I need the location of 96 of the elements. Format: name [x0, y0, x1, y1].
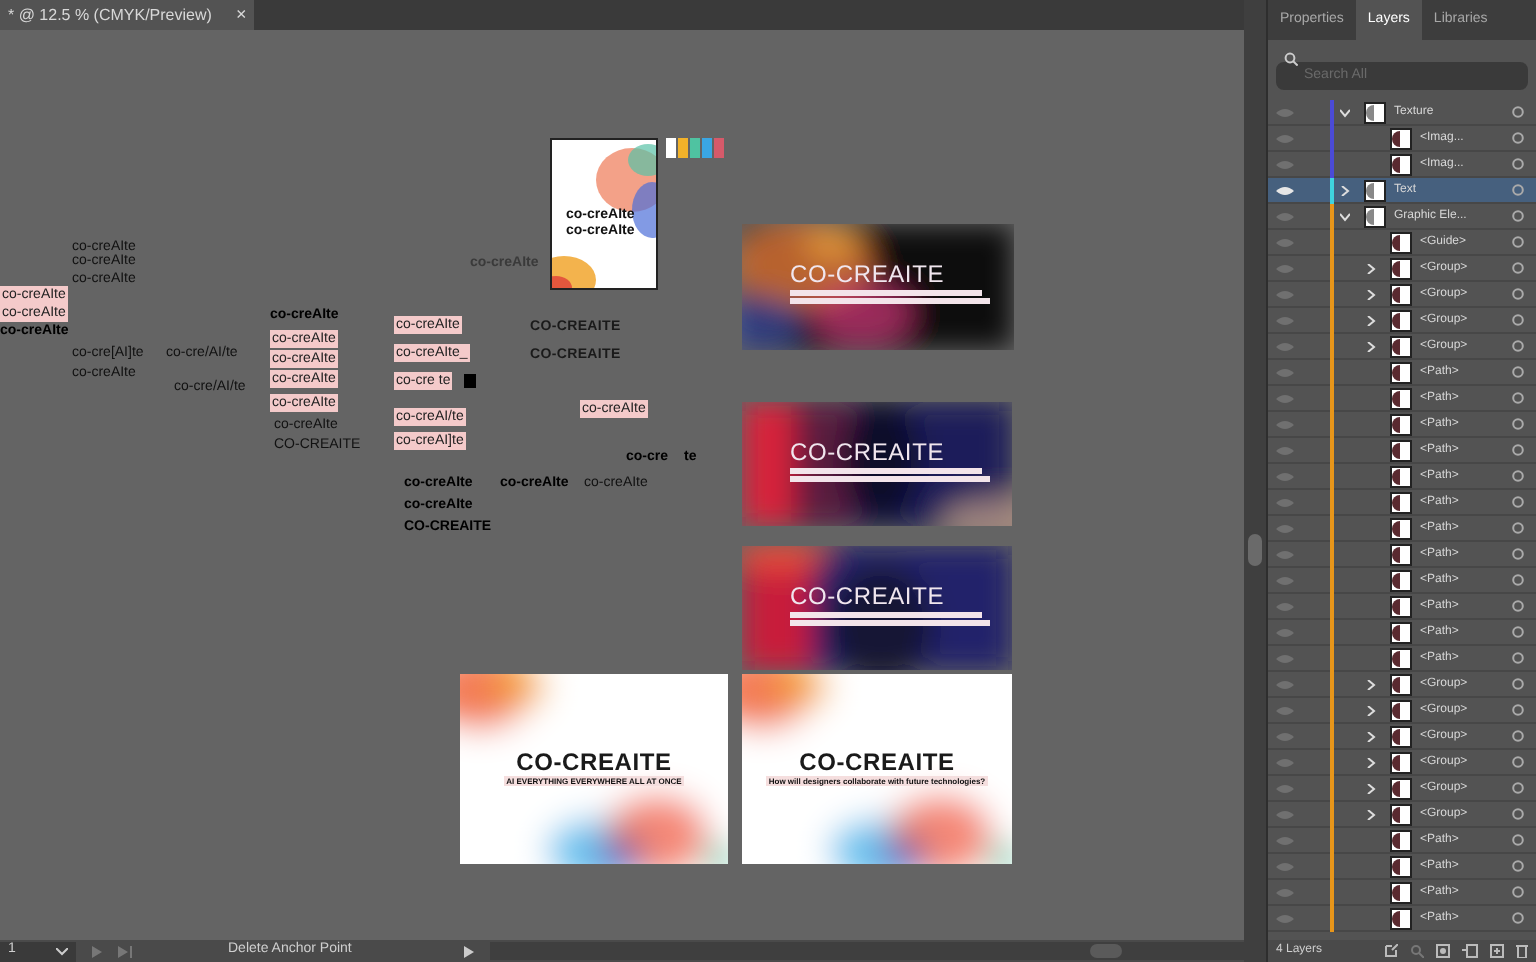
sublayer-icon[interactable]	[1462, 944, 1478, 958]
artboard-title: CO-CREAITE	[516, 750, 672, 776]
trash-icon[interactable]	[1516, 944, 1528, 958]
mask-icon[interactable]	[1436, 944, 1450, 958]
target-icon[interactable]	[1512, 678, 1524, 690]
target-icon[interactable]	[1512, 444, 1524, 456]
play-icon[interactable]	[464, 945, 474, 957]
collapse-caret-icon[interactable]	[1340, 107, 1350, 117]
expand-caret-icon[interactable]	[1340, 185, 1350, 195]
target-icon[interactable]	[1512, 808, 1524, 820]
layer-thumbnail-icon	[1390, 387, 1412, 409]
next-icon[interactable]	[92, 945, 102, 957]
target-icon[interactable]	[1512, 236, 1524, 248]
target-icon[interactable]	[1512, 418, 1524, 430]
target-icon[interactable]	[1512, 652, 1524, 664]
target-icon[interactable]	[1512, 626, 1524, 638]
vertical-scrollbar[interactable]	[1244, 0, 1266, 962]
target-icon[interactable]	[1512, 210, 1524, 222]
target-icon[interactable]	[1512, 704, 1524, 716]
layer-thumbnail-icon	[1390, 335, 1412, 357]
layer-thumbnail-icon	[1390, 569, 1412, 591]
target-icon[interactable]	[1512, 340, 1524, 352]
target-icon[interactable]	[1512, 912, 1524, 924]
artboard-title: CO-CREAITE	[799, 750, 955, 776]
target-icon[interactable]	[1512, 184, 1524, 196]
expand-caret-icon[interactable]	[1366, 783, 1376, 793]
layer-thumbnail-icon	[1390, 231, 1412, 253]
expand-caret-icon[interactable]	[1366, 809, 1376, 819]
target-icon[interactable]	[1512, 314, 1524, 326]
expand-caret-icon[interactable]	[1366, 289, 1376, 299]
target-icon[interactable]	[1512, 756, 1524, 768]
layer-thumbnail-icon	[1390, 855, 1412, 877]
search-icon	[1284, 52, 1298, 66]
target-icon[interactable]	[1512, 548, 1524, 560]
new-layer-icon[interactable]	[1490, 944, 1504, 958]
target-icon[interactable]	[1512, 288, 1524, 300]
target-icon[interactable]	[1512, 600, 1524, 612]
search-icon[interactable]	[1410, 944, 1424, 958]
target-icon[interactable]	[1512, 392, 1524, 404]
layer-thumbnail-icon	[1390, 439, 1412, 461]
layer-thumbnail-icon	[1390, 543, 1412, 565]
layer-thumbnail-icon	[1364, 179, 1386, 201]
layer-thumbnail-icon	[1390, 595, 1412, 617]
target-icon[interactable]	[1512, 860, 1524, 872]
layer-thumbnail-icon	[1390, 127, 1412, 149]
layer-thumbnail-icon	[1390, 621, 1412, 643]
target-icon[interactable]	[1512, 574, 1524, 586]
caret-icon	[56, 947, 68, 955]
target-icon[interactable]	[1512, 366, 1524, 378]
expand-caret-icon[interactable]	[1366, 679, 1376, 689]
layer-thumbnail-icon	[1390, 803, 1412, 825]
target-icon[interactable]	[1512, 886, 1524, 898]
target-icon[interactable]	[1512, 496, 1524, 508]
document-tab[interactable]: * @ 12.5 % (CMYK/Preview) ×	[0, 0, 255, 30]
expand-caret-icon[interactable]	[1366, 757, 1376, 767]
target-icon[interactable]	[1512, 730, 1524, 742]
layer-thumbnail-icon	[1390, 673, 1412, 695]
layer-thumbnail-icon	[1390, 153, 1412, 175]
layer-thumbnail-icon	[1390, 777, 1412, 799]
target-icon[interactable]	[1512, 158, 1524, 170]
layer-thumbnail-icon	[1390, 881, 1412, 903]
layer-thumbnail-icon	[1390, 309, 1412, 331]
expand-caret-icon[interactable]	[1366, 705, 1376, 715]
expand-caret-icon[interactable]	[1366, 341, 1376, 351]
layer-thumbnail-icon	[1390, 413, 1412, 435]
target-icon[interactable]	[1512, 782, 1524, 794]
layer-thumbnail-icon	[1390, 491, 1412, 513]
expand-caret-icon[interactable]	[1366, 731, 1376, 741]
selection-block	[464, 374, 476, 388]
target-icon[interactable]	[1512, 106, 1524, 118]
layer-thumbnail-icon	[1390, 517, 1412, 539]
layer-thumbnail-icon	[1390, 907, 1412, 929]
target-icon[interactable]	[1512, 522, 1524, 534]
collapse-caret-icon[interactable]	[1340, 211, 1350, 221]
export-icon[interactable]	[1384, 944, 1398, 958]
layer-thumbnail-icon	[1390, 829, 1412, 851]
document-title: * @ 12.5 % (CMYK/Preview)	[8, 3, 212, 27]
horizontal-scrollbar[interactable]	[490, 942, 1244, 960]
layer-thumbnail-icon	[1390, 647, 1412, 669]
target-icon[interactable]	[1512, 262, 1524, 274]
target-icon[interactable]	[1512, 132, 1524, 144]
close-icon[interactable]: ×	[235, 1, 247, 29]
layer-thumbnail-icon	[1390, 699, 1412, 721]
target-icon[interactable]	[1512, 470, 1524, 482]
last-icon[interactable]	[118, 945, 132, 957]
expand-caret-icon[interactable]	[1366, 315, 1376, 325]
layer-thumbnail-icon	[1390, 751, 1412, 773]
layer-thumbnail-icon	[1390, 465, 1412, 487]
expand-caret-icon[interactable]	[1366, 263, 1376, 273]
layer-thumbnail-icon	[1390, 361, 1412, 383]
layer-thumbnail-icon	[1364, 101, 1386, 123]
layer-thumbnail-icon	[1390, 283, 1412, 305]
layer-thumbnail-icon	[1390, 257, 1412, 279]
target-icon[interactable]	[1512, 834, 1524, 846]
layer-thumbnail-icon	[1390, 725, 1412, 747]
layer-thumbnail-icon	[1364, 205, 1386, 227]
